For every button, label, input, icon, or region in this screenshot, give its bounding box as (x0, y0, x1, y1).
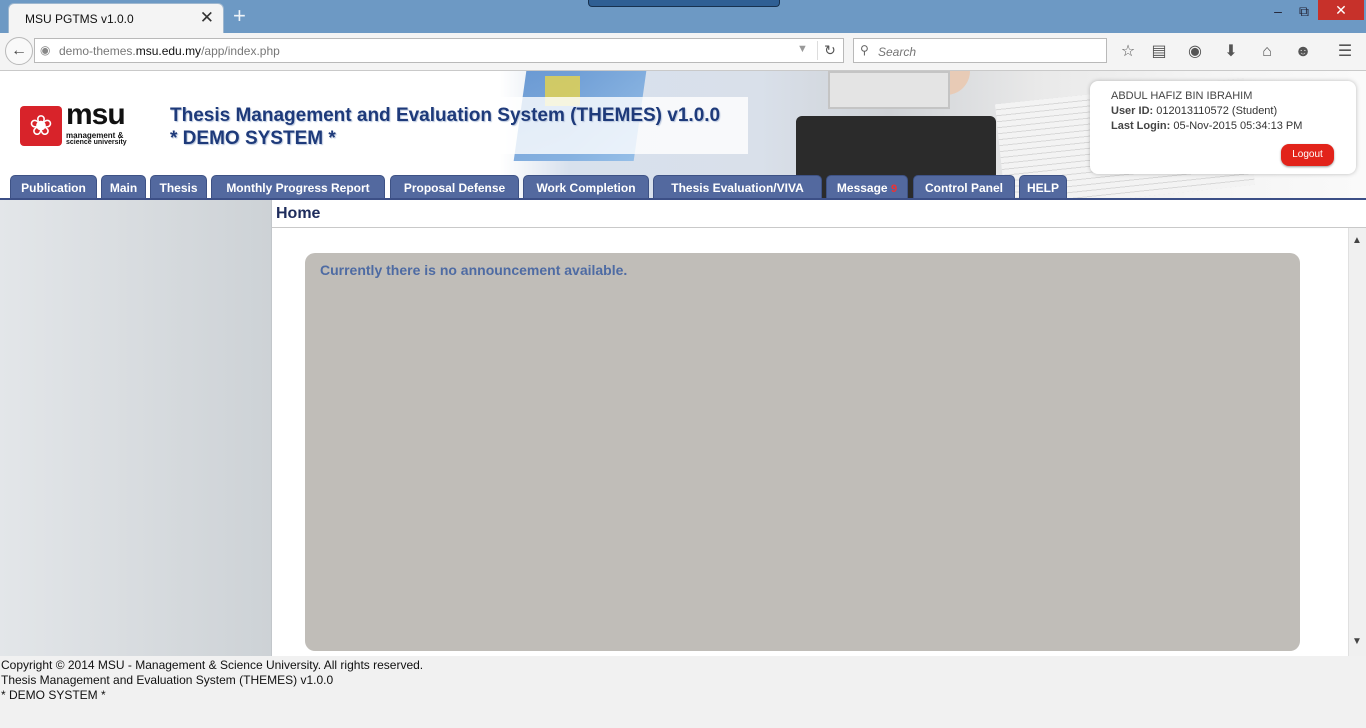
logout-button[interactable]: Logout (1281, 144, 1334, 166)
logo-subtext-2: science university (66, 139, 127, 146)
url-bar[interactable]: ◉ demo-themes.msu.edu.my/app/index.php ▼… (34, 38, 844, 63)
msu-flower-icon: ❀ (20, 106, 62, 146)
user-id-label: User ID: (1111, 105, 1154, 117)
url-domain: msu.edu.my (135, 44, 202, 58)
user-id: User ID: 012013110572 (Student) (1111, 105, 1277, 117)
last-login: Last Login: 05-Nov-2015 05:34:13 PM (1111, 120, 1302, 132)
download-icon[interactable]: ⬇ (1220, 41, 1242, 63)
announcement-panel: Currently there is no announcement avail… (305, 253, 1300, 651)
browser-tab-strip: MSU PGTMS v1.0.0 ✕ + – ⧉ ✕ (0, 0, 1366, 33)
scroll-up-icon[interactable]: ▲ (1352, 235, 1362, 246)
message-label: Message (836, 181, 888, 195)
menu-item-publication[interactable]: Publication (10, 175, 97, 198)
page-footer: Copyright © 2014 MSU - Management & Scie… (0, 656, 1366, 728)
footer-demo-label: * DEMO SYSTEM * (1, 688, 106, 702)
url-path: /app/index.php (201, 44, 280, 58)
vertical-scrollbar[interactable]: ▲ ▼ (1348, 228, 1366, 656)
scroll-down-icon[interactable]: ▼ (1352, 636, 1362, 647)
url-dropdown-icon[interactable]: ▼ (797, 43, 808, 55)
user-name: ABDUL HAFIZ BIN IBRAHIM (1111, 90, 1253, 102)
url-text[interactable]: demo-themes.msu.edu.my/app/index.php (59, 44, 280, 58)
last-login-value: 05-Nov-2015 05:34:13 PM (1173, 120, 1303, 132)
menu-item-thesis[interactable]: Thesis (150, 175, 207, 198)
browser-tab-title: MSU PGTMS v1.0.0 (25, 12, 134, 26)
user-info-panel: ABDUL HAFIZ BIN IBRAHIM User ID: 0120131… (1090, 81, 1356, 174)
footer-system-name: Thesis Management and Evaluation System … (1, 673, 334, 687)
browser-nav-bar: ← ◉ demo-themes.msu.edu.my/app/index.php… (0, 33, 1366, 71)
logo-text: msu (66, 98, 126, 131)
left-sidebar (0, 200, 272, 656)
last-login-label: Last Login: (1111, 120, 1171, 132)
footer-copyright: Copyright © 2014 MSU - Management & Scie… (1, 658, 424, 672)
pocket-icon[interactable]: ◉ (1184, 41, 1206, 63)
search-box[interactable]: ⚲ (853, 38, 1107, 63)
menu-item-proposal-defense[interactable]: Proposal Defense (390, 175, 519, 198)
url-prefix: demo-themes. (59, 44, 136, 58)
app-subtitle: * DEMO SYSTEM * (170, 128, 336, 149)
window-close-icon[interactable]: ✕ (1318, 0, 1364, 20)
tab-close-icon[interactable]: ✕ (200, 8, 214, 28)
back-arrow-icon[interactable]: ← (5, 37, 33, 65)
hamburger-menu-icon[interactable]: ☰ (1334, 41, 1356, 63)
menu-item-control-panel[interactable]: Control Panel (913, 175, 1015, 198)
reload-icon[interactable]: ↻ (817, 41, 842, 60)
site-header: ❀ msu management & science university Th… (0, 71, 1366, 198)
search-icon: ⚲ (860, 43, 869, 57)
search-input[interactable] (876, 42, 1100, 61)
app-title: Thesis Management and Evaluation System … (170, 105, 721, 126)
minimize-icon[interactable]: – (1264, 2, 1292, 20)
hello-chat-icon[interactable]: ☻ (1292, 41, 1314, 63)
window-decoration (588, 0, 780, 7)
menu-item-help[interactable]: HELP (1019, 175, 1067, 198)
menu-item-monthly-progress-report[interactable]: Monthly Progress Report (211, 175, 385, 198)
menu-item-main[interactable]: Main (101, 175, 146, 198)
globe-icon: ◉ (40, 43, 51, 57)
user-id-value: 012013110572 (Student) (1156, 105, 1278, 117)
menu-item-message[interactable]: Message 9 (826, 175, 908, 198)
message-count-badge: 9 (890, 183, 898, 195)
browser-tab[interactable]: MSU PGTMS v1.0.0 ✕ (8, 3, 224, 33)
reading-list-icon[interactable]: ▤ (1148, 41, 1170, 63)
page-header: Home (272, 200, 1366, 228)
bookmark-star-icon[interactable]: ☆ (1117, 41, 1139, 63)
announcement-text: Currently there is no announcement avail… (320, 262, 628, 278)
menu-item-work-completion[interactable]: Work Completion (523, 175, 649, 198)
msu-logo[interactable]: ❀ msu management & science university (20, 98, 138, 148)
menu-item-thesis-evaluation-viva[interactable]: Thesis Evaluation/VIVA (653, 175, 822, 198)
new-tab-button[interactable]: + (233, 3, 246, 29)
restore-icon[interactable]: ⧉ (1290, 2, 1318, 20)
page-title: Home (276, 205, 321, 222)
home-icon[interactable]: ⌂ (1256, 41, 1278, 63)
